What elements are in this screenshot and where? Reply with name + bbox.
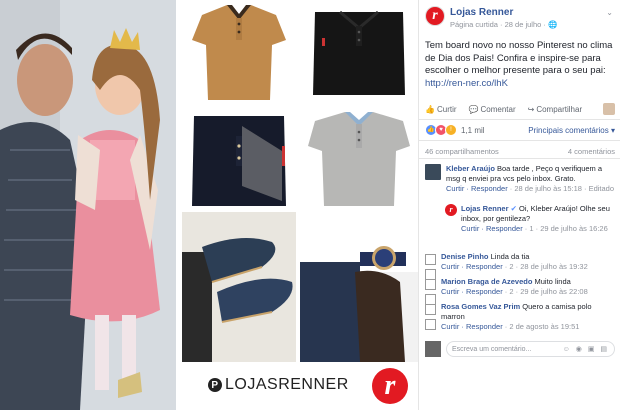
photo-loafers bbox=[182, 212, 296, 362]
checkbox[interactable] bbox=[425, 319, 436, 330]
divider bbox=[419, 119, 620, 120]
photo-grey-polo bbox=[300, 106, 418, 210]
comment-item: Denise Pinho Linda da tia Curtir · Respo… bbox=[425, 252, 615, 280]
renner-logo: r bbox=[372, 368, 408, 404]
share-button[interactable]: ↪ Compartilhar bbox=[528, 105, 583, 114]
action-bar: 👍 Curtir 💬 Comentar ↪ Compartilhar bbox=[425, 103, 615, 115]
comment-checkboxes bbox=[425, 277, 436, 305]
post-sidebar: r Lojas Renner Página curtida · 28 de ju… bbox=[418, 0, 620, 410]
wow-reaction-icon: ! bbox=[445, 124, 457, 136]
comment-actions[interactable]: Curtir · Responder bbox=[446, 184, 508, 193]
composer-icons[interactable]: ☺ ◉ ▣ ▤ bbox=[563, 345, 609, 353]
pinterest-icon: P bbox=[208, 378, 222, 392]
shares-count[interactable]: 46 compartilhamentos bbox=[425, 147, 499, 156]
comment-icon: 💬 bbox=[468, 104, 479, 114]
checkbox[interactable] bbox=[425, 254, 436, 265]
comment-meta: Curtir · Responder · 2 · 28 de julho às … bbox=[441, 262, 588, 271]
avatar bbox=[425, 341, 441, 357]
share-icon: ↪ bbox=[527, 104, 535, 114]
sort-comments-dropdown[interactable]: Principais comentários ▾ bbox=[528, 126, 615, 135]
photo-father-daughter bbox=[0, 0, 176, 410]
pinterest-handle: P LOJASRENNER bbox=[208, 376, 349, 394]
reply-item: r Lojas Renner ✔ Oi, Kleber Araújo! Olhe… bbox=[445, 204, 615, 234]
post-header: r Lojas Renner Página curtida · 28 de ju… bbox=[425, 6, 557, 29]
comment-checkboxes bbox=[425, 252, 436, 280]
thumbs-up-icon: 👍 bbox=[425, 104, 435, 114]
globe-icon: 🌐 bbox=[548, 20, 558, 29]
comment-text: Muito linda bbox=[534, 277, 571, 286]
reply-actions[interactable]: Curtir · Responder bbox=[461, 224, 523, 233]
divider bbox=[419, 158, 620, 159]
reply-meta: Curtir · Responder · 1 · 29 de julho às … bbox=[461, 224, 608, 233]
page-avatar[interactable]: r bbox=[425, 6, 445, 26]
photo-watch bbox=[300, 212, 418, 362]
comment-actions[interactable]: Curtir · Responder bbox=[441, 287, 503, 296]
page-name[interactable]: Lojas Renner bbox=[450, 7, 557, 18]
comment-author[interactable]: Marion Braga de Azevedo bbox=[441, 277, 532, 286]
pinterest-handle-text: LOJASRENNER bbox=[225, 376, 349, 393]
post-link[interactable]: http://ren-ner.co/lhK bbox=[425, 78, 508, 89]
reactions-row[interactable]: 👍 ♥ ! 1,1 mil Principais comentários ▾ bbox=[425, 124, 615, 136]
verified-icon: ✔ bbox=[510, 204, 517, 213]
comment-meta: Curtir · Responder · 2 de agosto às 19:5… bbox=[441, 322, 580, 331]
photo-black-polo bbox=[300, 0, 418, 104]
comment-author[interactable]: Kleber Araújo bbox=[446, 164, 495, 173]
reactions-count[interactable]: 1,1 mil bbox=[461, 126, 485, 135]
like-button[interactable]: 👍 Curtir bbox=[425, 105, 457, 114]
comment-checkboxes bbox=[425, 302, 436, 332]
comment-meta: Curtir · Responder · 2 · 29 de julho às … bbox=[441, 287, 588, 296]
avatar[interactable] bbox=[425, 164, 441, 180]
comment-author[interactable]: Denise Pinho bbox=[441, 252, 489, 261]
comment-item: Kleber Araújo Boa tarde , Peço q verifiq… bbox=[425, 164, 615, 194]
post-text: Tem board novo no nosso Pinterest no cli… bbox=[425, 40, 613, 89]
comment-actions[interactable]: Curtir · Responder bbox=[441, 322, 503, 331]
comment-author[interactable]: Rosa Gomes Vaz Prim bbox=[441, 302, 520, 311]
divider bbox=[419, 140, 620, 141]
page-meta: Página curtida · 28 de julho · 🌐 bbox=[450, 20, 558, 29]
post-image[interactable]: P LOJASRENNER r bbox=[0, 0, 418, 410]
comment-actions[interactable]: Curtir · Responder bbox=[441, 262, 503, 271]
comment-item: Rosa Gomes Vaz Prim Quero a camisa polo … bbox=[425, 302, 615, 332]
chevron-down-icon[interactable]: ⌄ bbox=[606, 8, 613, 17]
post-stats: 46 compartilhamentos 4 comentários bbox=[425, 147, 615, 156]
comment-input[interactable]: Escreva um comentário... ☺ ◉ ▣ ▤ bbox=[446, 341, 615, 357]
checkbox[interactable] bbox=[425, 304, 436, 315]
comment-meta: Curtir · Responder · 28 de julho às 15:1… bbox=[446, 184, 615, 193]
comment-composer: Escreva um comentário... ☺ ◉ ▣ ▤ bbox=[425, 341, 615, 357]
comment-text: Linda da tia bbox=[490, 252, 530, 261]
checkbox[interactable] bbox=[425, 279, 436, 290]
comment-item: Marion Braga de Azevedo Muito linda Curt… bbox=[425, 277, 615, 305]
photo-navy-polo bbox=[182, 106, 296, 210]
photo-brown-polo bbox=[182, 0, 296, 104]
comment-button[interactable]: 💬 Comentar bbox=[469, 105, 516, 114]
reply-author[interactable]: Lojas Renner bbox=[461, 204, 509, 213]
avatar[interactable]: r bbox=[445, 204, 457, 216]
viewer-avatar[interactable] bbox=[603, 103, 615, 115]
comments-count[interactable]: 4 comentários bbox=[568, 147, 615, 156]
